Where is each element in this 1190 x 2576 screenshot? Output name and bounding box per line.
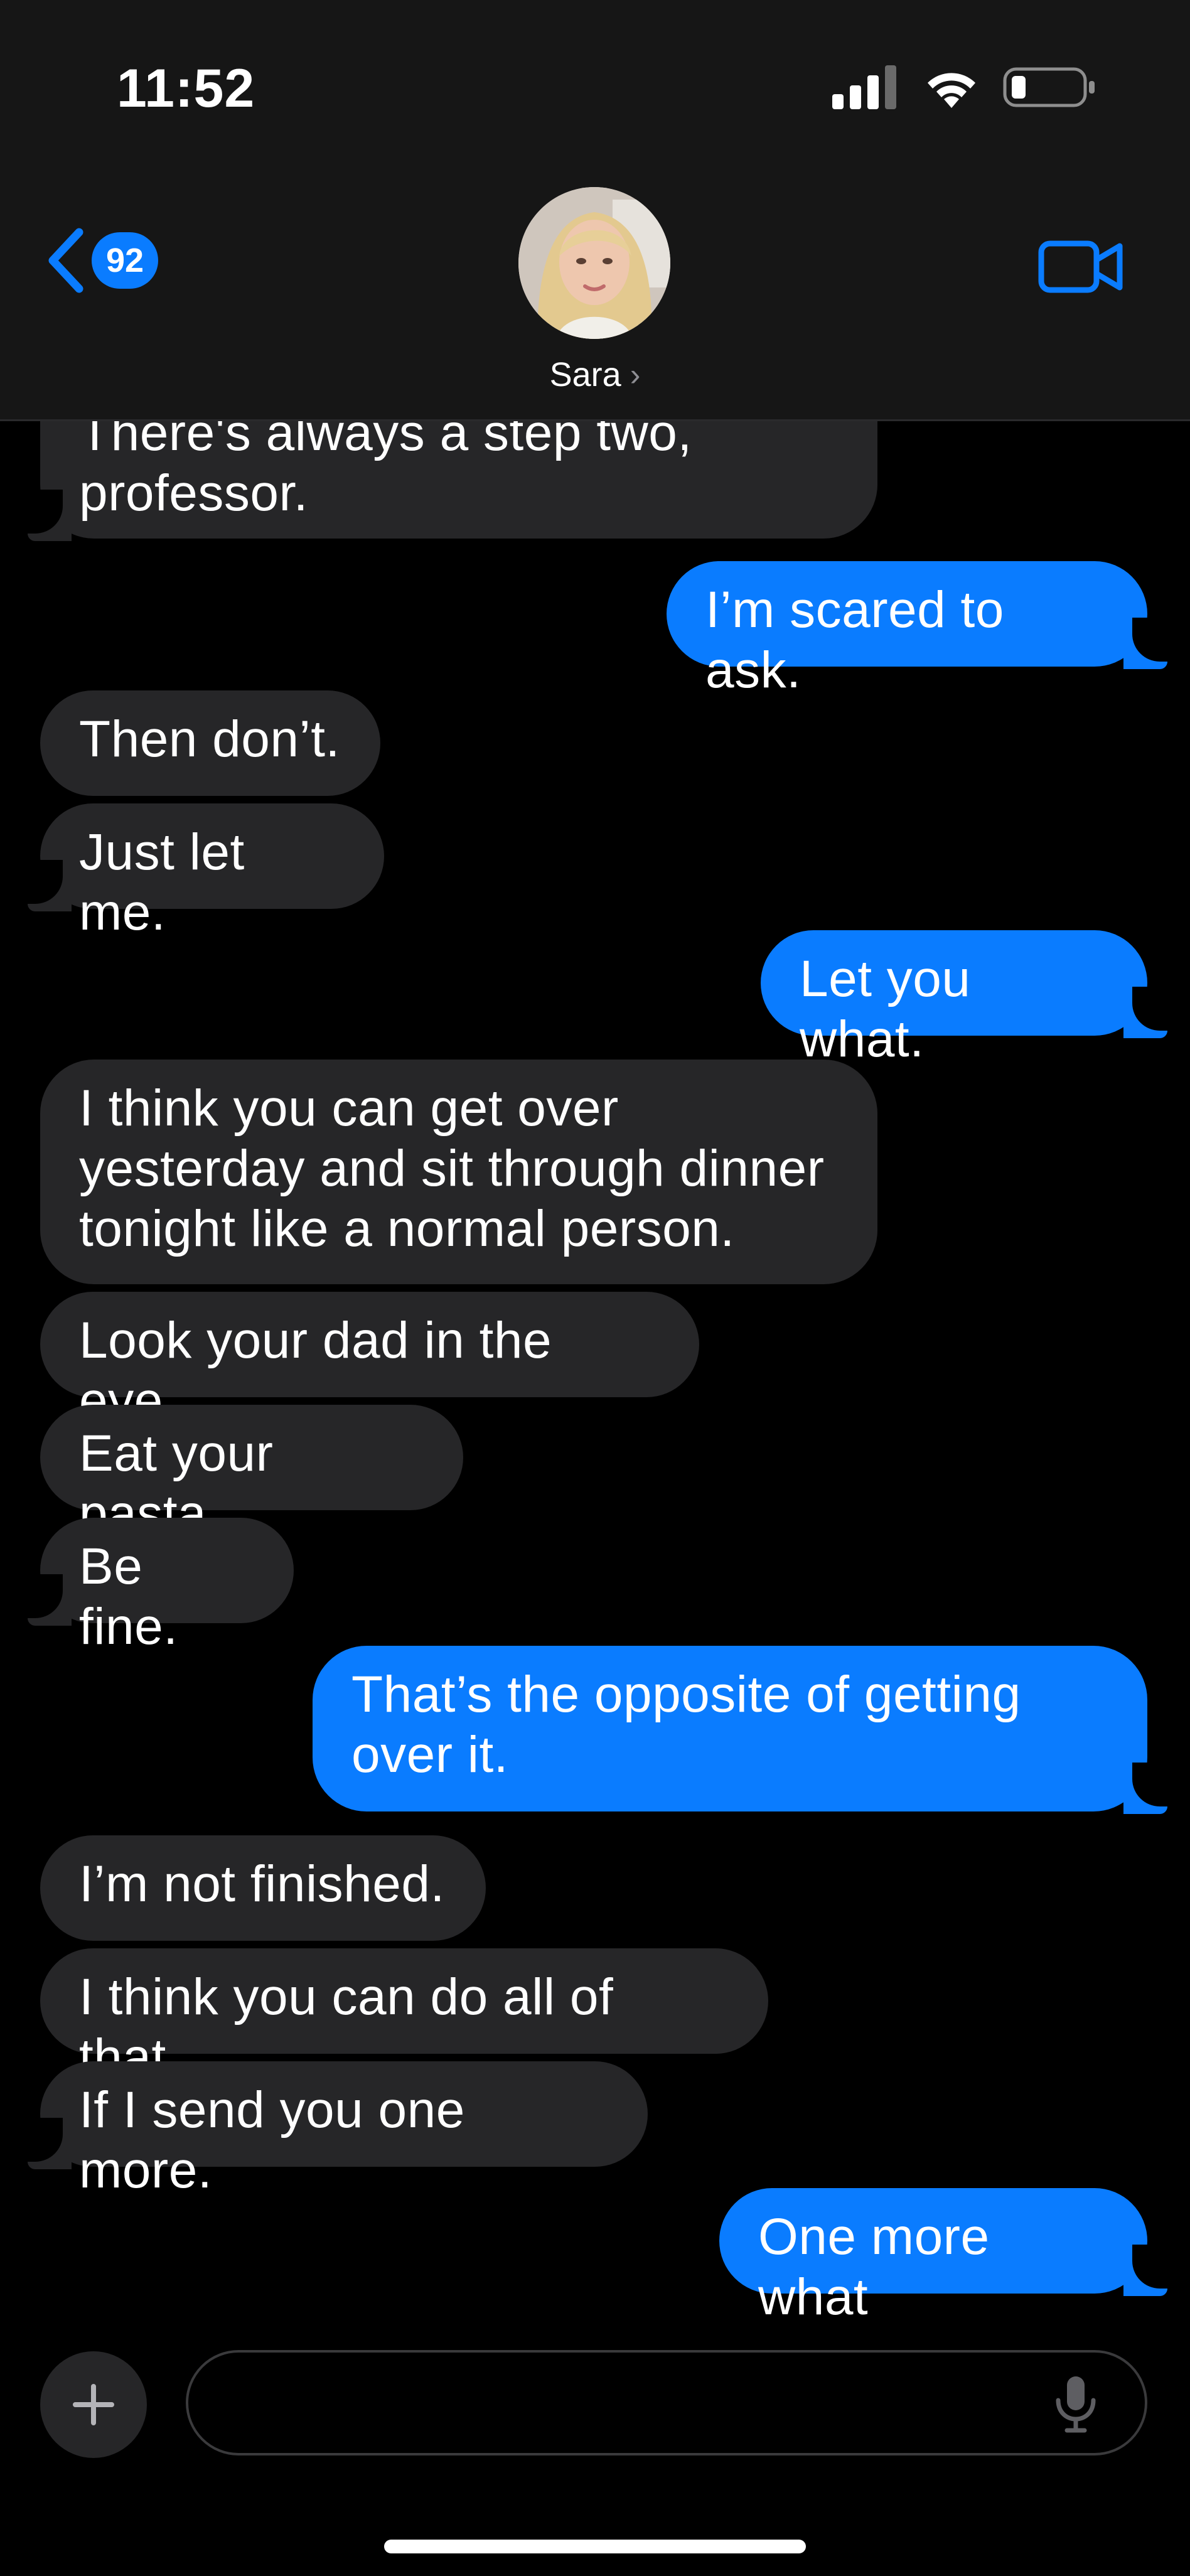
outgoing-message[interactable]: I’m scared to ask.: [667, 561, 1147, 699]
incoming-message[interactable]: Then don’t.: [40, 690, 380, 796]
message-composer: [0, 2316, 1190, 2576]
unread-count-badge: 92: [92, 232, 158, 289]
bubble-tail: [25, 860, 72, 911]
bubble-tail: [25, 2118, 72, 2169]
contact-avatar[interactable]: [518, 187, 670, 339]
incoming-message[interactable]: Be fine.: [40, 1518, 294, 1655]
bubble-tail: [1123, 2245, 1170, 2296]
cellular-signal-icon: [832, 65, 896, 109]
bubble-tail: [25, 1574, 72, 1626]
status-icons: [832, 65, 1097, 109]
outgoing-message[interactable]: That’s the opposite of getting over it.: [313, 1646, 1147, 1811]
incoming-message[interactable]: Just let me.: [40, 803, 384, 941]
microphone-button[interactable]: [1052, 2374, 1100, 2437]
incoming-message[interactable]: Look your dad in the eye.: [40, 1292, 699, 1429]
status-time: 11:52: [117, 58, 255, 119]
outgoing-message[interactable]: Let you what.: [761, 930, 1147, 1068]
back-button[interactable]: 92: [44, 226, 158, 295]
chevron-left-icon: [48, 228, 83, 293]
wifi-icon: [928, 73, 975, 108]
apps-plus-button[interactable]: [40, 2351, 147, 2458]
incoming-message[interactable]: I think you can do all of that.: [40, 1948, 768, 2086]
home-indicator[interactable]: [384, 2540, 806, 2553]
bubble-tail: [25, 490, 72, 541]
incoming-message[interactable]: I’m not finished.: [40, 1835, 486, 1941]
incoming-message[interactable]: If I send you one more.: [40, 2061, 648, 2199]
incoming-message[interactable]: I think you can get over yesterday and s…: [40, 1060, 877, 1284]
microphone-icon: [1056, 2376, 1096, 2433]
facetime-video-button[interactable]: [1038, 239, 1123, 298]
bubble-tail: [1123, 618, 1170, 669]
message-input[interactable]: [186, 2350, 1147, 2455]
incoming-message[interactable]: Eat your pasta.: [40, 1405, 463, 1542]
conversation-header: 11:52 92 Sara ›: [0, 0, 1190, 421]
contact-name-button[interactable]: Sara ›: [0, 355, 1190, 394]
outgoing-message[interactable]: One more what: [719, 2188, 1147, 2326]
plus-icon: [73, 2384, 114, 2425]
bubble-tail: [1123, 1763, 1170, 1814]
contact-name: Sara: [549, 356, 621, 394]
video-camera-icon: [1038, 240, 1123, 293]
battery-low-icon: [1003, 67, 1095, 107]
bubble-tail: [1123, 987, 1170, 1038]
chevron-right-icon: ›: [630, 357, 641, 392]
